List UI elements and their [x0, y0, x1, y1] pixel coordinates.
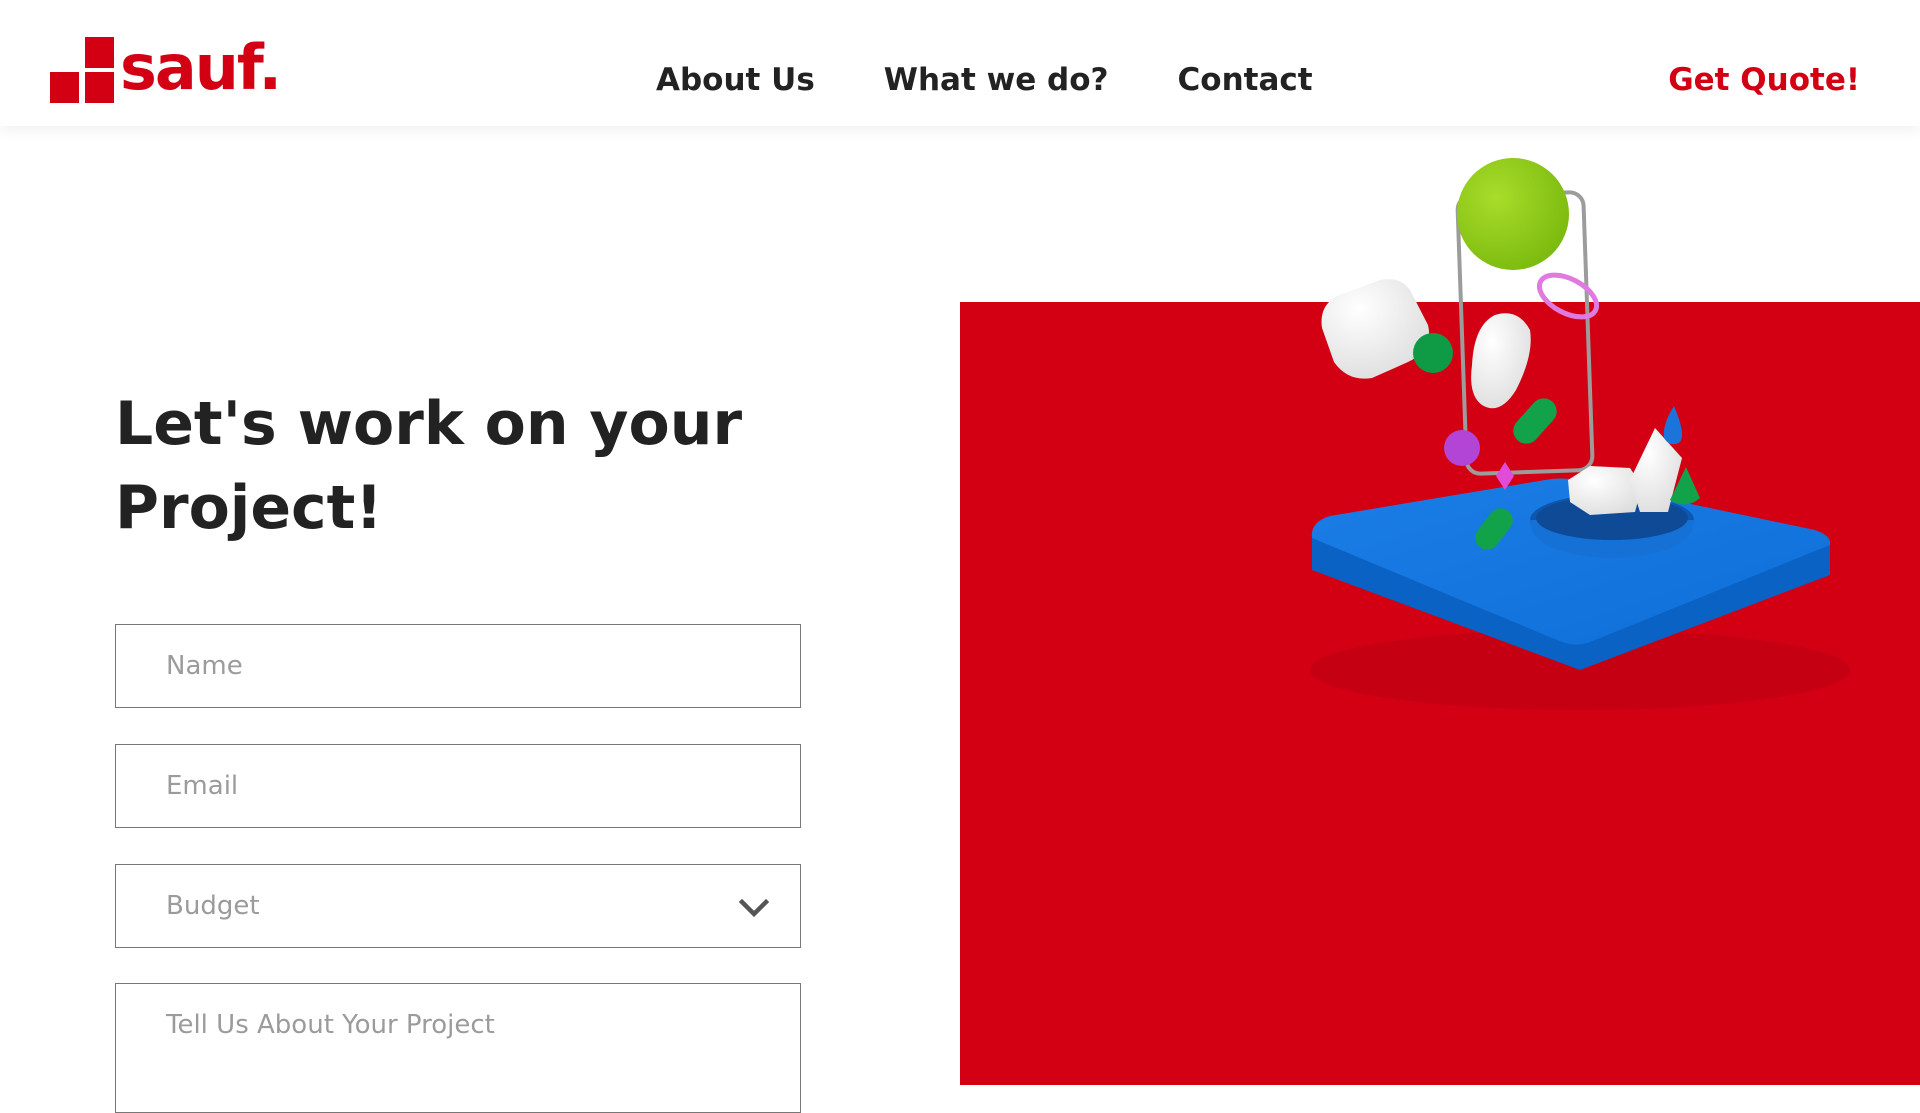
chevron-down-icon [738, 898, 770, 918]
budget-select[interactable]: Budget [115, 864, 801, 948]
project-description-field[interactable] [115, 983, 801, 1113]
phone-composition-illustration [1310, 158, 1850, 710]
site-header: sauf. About Us What we do? Contact Get Q… [0, 0, 1920, 126]
get-quote-link[interactable]: Get Quote! [1668, 62, 1860, 98]
logo-blocks-icon [50, 37, 114, 103]
page-title-line-1: Let's work on your [115, 389, 743, 459]
main-nav: About Us What we do? Contact [656, 62, 1313, 98]
nav-about-us[interactable]: About Us [656, 62, 815, 98]
logo-wordmark: sauf. [120, 31, 282, 104]
name-input[interactable] [115, 624, 801, 708]
page-title: Let's work on your Project! [115, 382, 835, 550]
nav-what-we-do[interactable]: What we do? [884, 62, 1109, 98]
budget-select-value: Budget [166, 891, 260, 921]
nav-contact[interactable]: Contact [1178, 62, 1313, 98]
email-input[interactable] [115, 744, 801, 828]
page-title-line-2: Project! [115, 473, 383, 543]
brand-logo[interactable]: sauf. [50, 31, 282, 104]
